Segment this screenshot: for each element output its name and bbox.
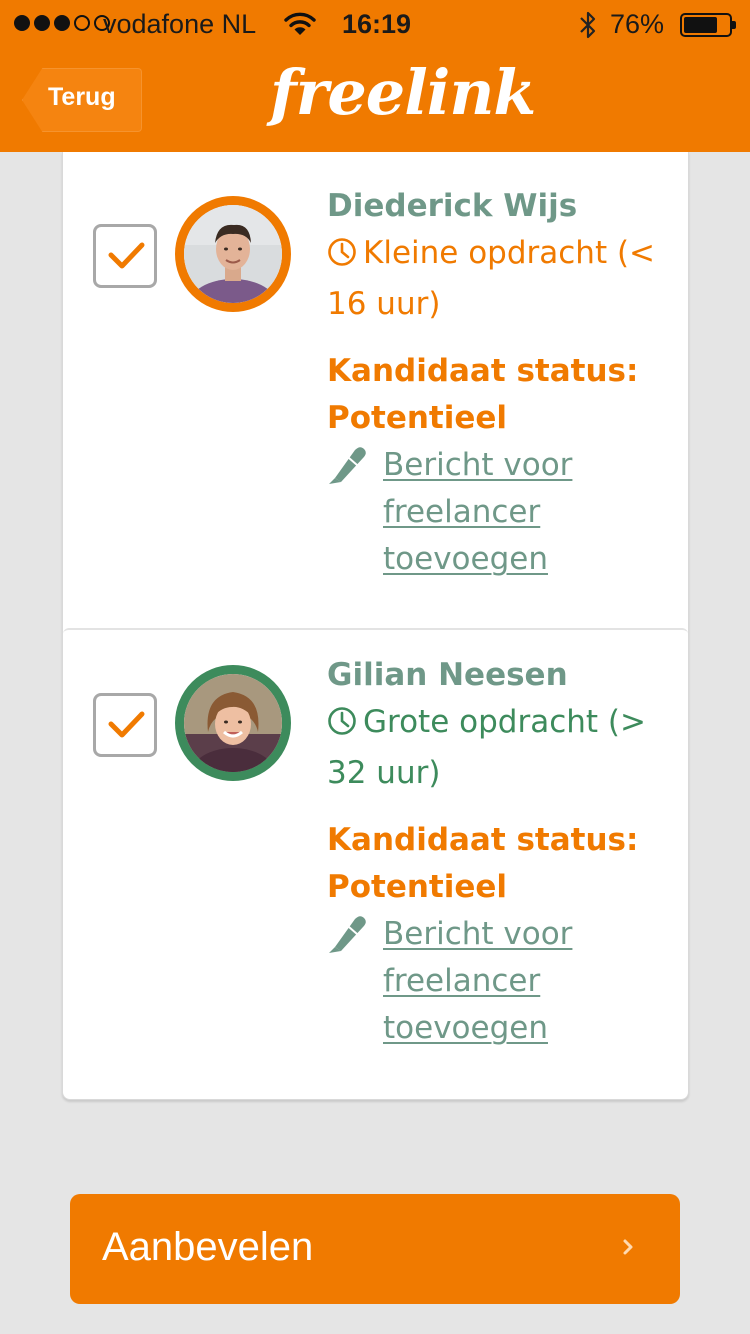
- assignment-size-text: Grote opdracht (> 32 uur): [327, 704, 646, 791]
- freelink-logo: freelink: [270, 56, 536, 129]
- signal-strength-icon: [14, 15, 110, 31]
- candidate-status: Kandidaat status: Potentieel: [327, 353, 639, 436]
- wifi-icon: [284, 11, 316, 44]
- back-button-label: Terug: [48, 83, 116, 111]
- assignment-size: Kleine opdracht (< 16 uur): [327, 230, 667, 328]
- pen-icon: [327, 913, 369, 957]
- assignment-size: Grote opdracht (> 32 uur): [327, 699, 667, 797]
- carrier-name: vodafone NL: [103, 9, 257, 39]
- candidate-list: Diederick Wijs Kleine opdracht (< 16 uur…: [62, 152, 689, 1100]
- recommend-button-label: Aanbevelen: [102, 1225, 314, 1269]
- bluetooth-icon: [578, 10, 598, 47]
- add-message-link[interactable]: Bericht voor freelancer toevoegen: [383, 911, 653, 1052]
- status-bar: vodafone NL 16:19 76%: [0, 0, 750, 50]
- chevron-right-icon: [622, 1238, 634, 1259]
- candidate-status: Kandidaat status: Potentieel: [327, 822, 639, 905]
- battery-icon: [680, 13, 736, 37]
- recommend-button[interactable]: Aanbevelen: [70, 1194, 680, 1304]
- candidate-checkbox[interactable]: [93, 693, 157, 757]
- back-button[interactable]: Terug: [22, 68, 142, 132]
- checkmark-icon: [108, 242, 145, 269]
- assignment-size-text: Kleine opdracht (< 16 uur): [327, 235, 656, 322]
- avatar: [175, 665, 291, 781]
- app-header: vodafone NL 16:19 76% Terug freelink: [0, 0, 750, 152]
- candidate-name: Gilian Neesen: [327, 657, 568, 693]
- battery-percentage: 76%: [610, 9, 665, 39]
- clock-icon: [327, 703, 357, 750]
- clock-icon: [327, 234, 357, 281]
- candidate-name: Diederick Wijs: [327, 188, 578, 224]
- candidate-card: Diederick Wijs Kleine opdracht (< 16 uur…: [63, 152, 688, 622]
- pen-icon: [327, 444, 369, 488]
- checkmark-icon: [108, 711, 145, 738]
- candidate-checkbox[interactable]: [93, 224, 157, 288]
- avatar: [175, 196, 291, 312]
- candidate-card: Gilian Neesen Grote opdracht (> 32 uur) …: [63, 628, 688, 1100]
- status-time: 16:19: [342, 9, 412, 39]
- add-message-link[interactable]: Bericht voor freelancer toevoegen: [383, 442, 653, 583]
